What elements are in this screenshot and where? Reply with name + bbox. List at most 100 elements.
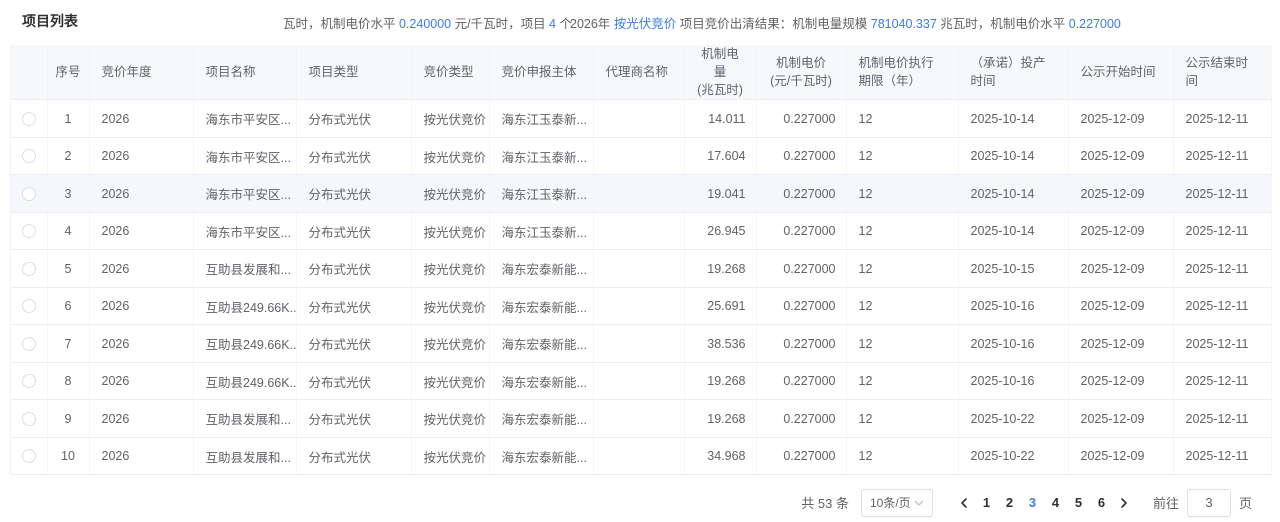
cell-entity: 海东宏泰新能... (489, 400, 593, 438)
row-select-cell (11, 212, 47, 250)
cell-pub_start: 2025-12-09 (1068, 175, 1173, 213)
goto-page-input[interactable] (1187, 489, 1231, 517)
next-page-button[interactable] (1113, 489, 1135, 517)
cell-ptype: 分布式光伏 (296, 325, 411, 363)
radio-icon[interactable] (22, 187, 36, 201)
ticker-number: 0.227000 (1069, 17, 1121, 31)
cell-term: 12 (846, 400, 958, 438)
prev-page-button[interactable] (953, 489, 975, 517)
cell-pub_start: 2025-12-09 (1068, 325, 1173, 363)
cell-price: 0.227000 (756, 437, 846, 475)
cell-entity: 海东江玉泰新... (489, 212, 593, 250)
cell-pub_end: 2025-12-11 (1173, 362, 1271, 400)
cell-prod_date: 2025-10-14 (958, 100, 1068, 138)
cell-pub_start: 2025-12-09 (1068, 250, 1173, 288)
cell-agent (593, 100, 684, 138)
row-select-cell (11, 137, 47, 175)
cell-btype: 按光伏竞价 (411, 325, 489, 363)
row-select-cell (11, 362, 47, 400)
cell-name: 海东市平安区... (193, 137, 296, 175)
cell-year: 2026 (89, 437, 193, 475)
cell-btype: 按光伏竞价 (411, 100, 489, 138)
cell-name: 互助县发展和... (193, 400, 296, 438)
cell-btype: 按光伏竞价 (411, 175, 489, 213)
chevron-left-icon (959, 497, 969, 509)
cell-ptype: 分布式光伏 (296, 437, 411, 475)
cell-ptype: 分布式光伏 (296, 250, 411, 288)
cell-energy: 17.604 (684, 137, 756, 175)
cell-seq: 3 (47, 175, 89, 213)
cell-year: 2026 (89, 137, 193, 175)
radio-icon[interactable] (22, 262, 36, 276)
page-number-5[interactable]: 5 (1067, 489, 1090, 517)
cell-pub_end: 2025-12-11 (1173, 437, 1271, 475)
cell-pub_start: 2025-12-09 (1068, 212, 1173, 250)
goto-label: 前往 (1153, 493, 1179, 512)
cell-name: 海东市平安区... (193, 175, 296, 213)
cell-term: 12 (846, 212, 958, 250)
radio-icon[interactable] (22, 299, 36, 313)
cell-price: 0.227000 (756, 287, 846, 325)
column-header-prod_date: （承诺）投产 时间 (958, 45, 1068, 100)
cell-energy: 19.041 (684, 175, 756, 213)
cell-agent (593, 325, 684, 363)
page-number-1[interactable]: 1 (975, 489, 998, 517)
cell-pub_start: 2025-12-09 (1068, 437, 1173, 475)
chevron-down-icon (914, 498, 924, 508)
cell-year: 2026 (89, 250, 193, 288)
cell-btype: 按光伏竞价 (411, 362, 489, 400)
total-count: 共 53 条 (801, 493, 849, 512)
cell-prod_date: 2025-10-16 (958, 325, 1068, 363)
ticker-text: 项目竞价出清结果：机制电量规模 (676, 17, 870, 31)
page-size-select[interactable]: 10条/页 (861, 489, 933, 517)
cell-ptype: 分布式光伏 (296, 100, 411, 138)
radio-icon[interactable] (22, 374, 36, 388)
column-header-entity: 竞价申报主体 (489, 45, 593, 100)
cell-year: 2026 (89, 362, 193, 400)
radio-icon[interactable] (22, 337, 36, 351)
radio-icon[interactable] (22, 412, 36, 426)
cell-energy: 34.968 (684, 437, 756, 475)
page-number-2[interactable]: 2 (998, 489, 1021, 517)
cell-agent (593, 250, 684, 288)
cell-price: 0.227000 (756, 212, 846, 250)
cell-entity: 海东宏泰新能... (489, 362, 593, 400)
table-body: 12026海东市平安区...分布式光伏按光伏竞价海东江玉泰新...14.0110… (11, 100, 1271, 475)
cell-agent (593, 212, 684, 250)
column-header-agent: 代理商名称 (593, 45, 684, 100)
page-number-3[interactable]: 3 (1021, 489, 1044, 517)
cell-entity: 海东江玉泰新... (489, 175, 593, 213)
cell-seq: 9 (47, 400, 89, 438)
cell-agent (593, 175, 684, 213)
radio-icon[interactable] (22, 112, 36, 126)
cell-price: 0.227000 (756, 250, 846, 288)
cell-price: 0.227000 (756, 325, 846, 363)
cell-energy: 19.268 (684, 362, 756, 400)
pager: 123456 (975, 489, 1113, 517)
cell-btype: 按光伏竞价 (411, 212, 489, 250)
cell-entity: 海东宏泰新能... (489, 287, 593, 325)
cell-seq: 6 (47, 287, 89, 325)
radio-icon[interactable] (22, 224, 36, 238)
column-header-pub_start: 公示开始时间 (1068, 45, 1173, 100)
radio-icon[interactable] (22, 449, 36, 463)
column-header-btype: 竞价类型 (411, 45, 489, 100)
cell-year: 2026 (89, 400, 193, 438)
page-number-4[interactable]: 4 (1044, 489, 1067, 517)
cell-entity: 海东江玉泰新... (489, 100, 593, 138)
cell-energy: 38.536 (684, 325, 756, 363)
cell-energy: 14.011 (684, 100, 756, 138)
cell-price: 0.227000 (756, 362, 846, 400)
page-number-6[interactable]: 6 (1090, 489, 1113, 517)
cell-prod_date: 2025-10-22 (958, 400, 1068, 438)
project-table: 序号竞价年度项目名称项目类型竞价类型竞价申报主体代理商名称机制电量 (兆瓦时)机… (10, 45, 1270, 475)
cell-energy: 25.691 (684, 287, 756, 325)
ticker-number: 781040.337 (871, 17, 937, 31)
ticker-link[interactable]: 按光伏竞价 (614, 17, 677, 31)
ticker-number: 4 (549, 17, 556, 31)
cell-entity: 海东宏泰新能... (489, 325, 593, 363)
cell-btype: 按光伏竞价 (411, 137, 489, 175)
cell-pub_start: 2025-12-09 (1068, 287, 1173, 325)
cell-seq: 7 (47, 325, 89, 363)
radio-icon[interactable] (22, 149, 36, 163)
